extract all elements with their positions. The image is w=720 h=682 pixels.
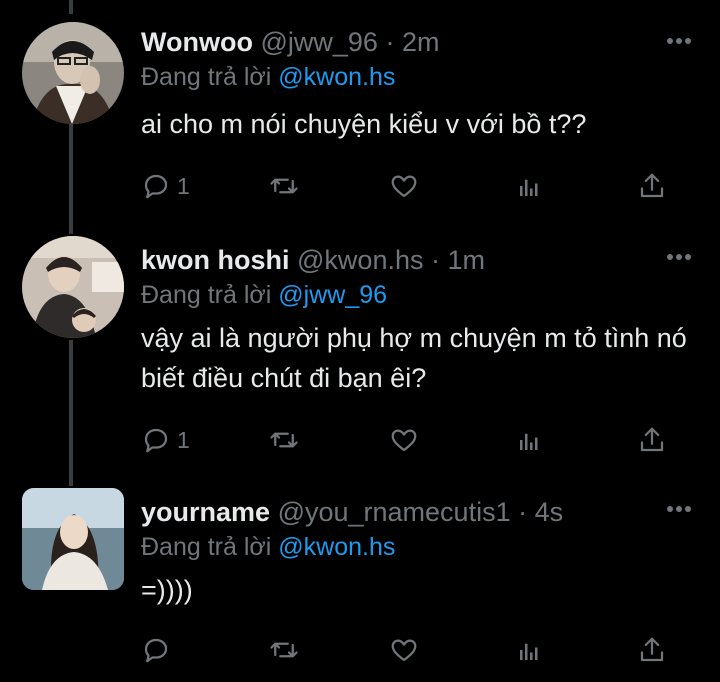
reply-button[interactable] bbox=[141, 630, 177, 670]
like-button[interactable] bbox=[389, 630, 419, 670]
handle[interactable]: @you_rnamecutis1 bbox=[278, 497, 511, 527]
analytics-button[interactable] bbox=[515, 420, 545, 460]
analytics-icon bbox=[520, 179, 538, 196]
like-icon bbox=[391, 639, 417, 662]
tweet[interactable]: Wonwoo @jww_96 · 2m Đang trả lời @kwon.h… bbox=[0, 0, 720, 235]
retweet-icon bbox=[270, 432, 298, 448]
reply-icon bbox=[144, 174, 168, 199]
avatar[interactable] bbox=[22, 22, 124, 124]
tweet-text: =)))) bbox=[141, 575, 193, 605]
analytics-icon bbox=[520, 643, 538, 660]
retweet-button[interactable] bbox=[269, 630, 299, 670]
action-bar: 1 bbox=[141, 166, 670, 206]
tweet-header: yourname @you_rnamecutis1 · 4s bbox=[141, 496, 700, 528]
display-name[interactable]: Wonwoo bbox=[141, 27, 253, 57]
timestamp[interactable]: · 2m bbox=[385, 27, 439, 57]
display-name[interactable]: yourname bbox=[141, 497, 270, 527]
tweet-header: kwon hoshi @kwon.hs · 1m bbox=[141, 244, 700, 276]
display-name[interactable]: kwon hoshi bbox=[141, 245, 290, 275]
reply-context: Đang trả lời @kwon.hs bbox=[141, 532, 700, 562]
handle[interactable]: @jww_96 bbox=[260, 27, 377, 57]
timestamp[interactable]: · 4s bbox=[518, 497, 563, 527]
tweet-text: vậy ai là người phụ hợ m chuyện m tỏ tìn… bbox=[141, 323, 687, 393]
share-button[interactable] bbox=[637, 166, 667, 206]
retweet-icon bbox=[270, 178, 298, 194]
like-icon bbox=[391, 175, 417, 198]
more-icon[interactable] bbox=[666, 252, 692, 262]
share-button[interactable] bbox=[637, 420, 667, 460]
reply-prefix: Đang trả lời bbox=[141, 63, 272, 91]
retweet-button[interactable] bbox=[269, 420, 299, 460]
handle[interactable]: @kwon.hs bbox=[297, 245, 423, 275]
share-button[interactable] bbox=[637, 630, 667, 670]
analytics-icon bbox=[520, 433, 538, 450]
reply-mention[interactable]: @kwon.hs bbox=[278, 63, 395, 91]
reply-count: 1 bbox=[177, 172, 190, 199]
reply-count: 1 bbox=[177, 426, 190, 453]
tweet-header: Wonwoo @jww_96 · 2m bbox=[141, 26, 700, 58]
reply-prefix: Đang trả lời bbox=[141, 533, 272, 561]
retweet-icon bbox=[270, 642, 298, 658]
reply-button[interactable]: 1 bbox=[141, 166, 190, 206]
timestamp[interactable]: · 1m bbox=[431, 245, 485, 275]
share-icon bbox=[640, 173, 664, 198]
analytics-button[interactable] bbox=[515, 630, 545, 670]
share-icon bbox=[640, 427, 664, 452]
reply-mention[interactable]: @jww_96 bbox=[278, 281, 387, 309]
retweet-button[interactable] bbox=[269, 166, 299, 206]
reply-icon bbox=[144, 638, 168, 663]
share-icon bbox=[640, 637, 664, 662]
reply-context: Đang trả lời @kwon.hs bbox=[141, 62, 700, 92]
reply-prefix: Đang trả lời bbox=[141, 281, 272, 309]
more-icon[interactable] bbox=[666, 36, 692, 46]
tweet[interactable]: kwon hoshi @kwon.hs · 1m Đang trả lời @j… bbox=[0, 236, 720, 486]
tweet-text: ai cho m nói chuyện kiểu v với bồ t?? bbox=[141, 109, 587, 139]
like-button[interactable] bbox=[389, 166, 419, 206]
like-button[interactable] bbox=[389, 420, 419, 460]
reply-icon bbox=[144, 428, 168, 453]
avatar[interactable] bbox=[22, 236, 124, 338]
reply-button[interactable]: 1 bbox=[141, 420, 190, 460]
reply-context: Đang trả lời @jww_96 bbox=[141, 280, 700, 310]
tweet[interactable]: yourname @you_rnamecutis1 · 4s Đang trả … bbox=[0, 486, 720, 682]
avatar[interactable] bbox=[22, 488, 124, 590]
more-icon[interactable] bbox=[666, 504, 692, 514]
like-icon bbox=[391, 429, 417, 452]
action-bar: 1 bbox=[141, 420, 670, 460]
action-bar bbox=[141, 630, 670, 670]
analytics-button[interactable] bbox=[515, 166, 545, 206]
reply-mention[interactable]: @kwon.hs bbox=[278, 533, 395, 561]
